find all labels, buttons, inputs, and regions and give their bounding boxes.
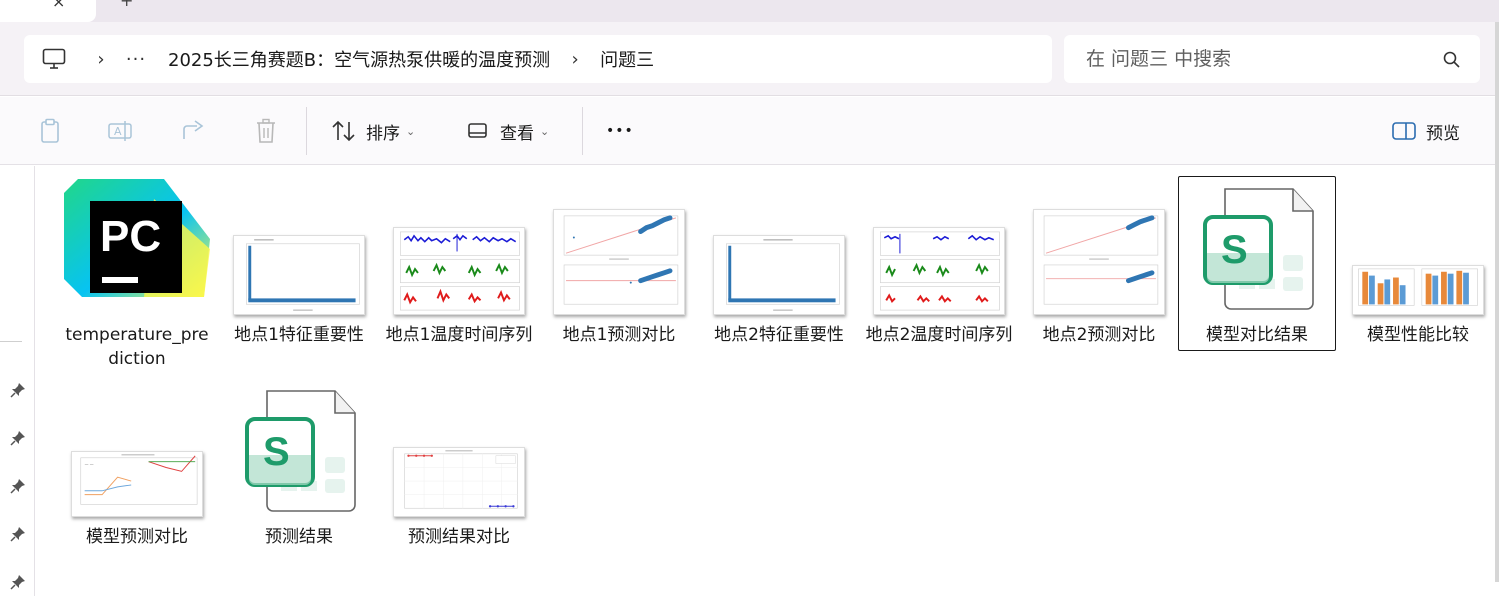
file-item-site2-feature-importance[interactable]: 地点2特征重要性 [700, 176, 858, 351]
file-name: temperature_prediction [65, 325, 209, 369]
file-item-model-compare-results[interactable]: S 模型对比结果 [1178, 176, 1336, 351]
file-name: 预测结果对比 [408, 527, 510, 547]
search-box[interactable] [1064, 35, 1480, 83]
tab-strip: × + [0, 0, 1499, 22]
view-icon [464, 117, 492, 145]
view-label: 查看 [500, 123, 534, 144]
image-thumbnail-icon: — — [71, 451, 203, 517]
pin-icon[interactable] [10, 430, 26, 446]
file-item-site1-feature-importance[interactable]: 地点1特征重要性 [220, 176, 378, 351]
share-icon [180, 117, 208, 145]
preview-pane-button[interactable]: 预览 [1390, 113, 1460, 149]
vertical-scrollbar[interactable] [1495, 22, 1499, 582]
delete-button[interactable] [252, 113, 280, 149]
image-thumbnail-icon [233, 235, 365, 315]
search-icon[interactable] [1442, 50, 1462, 70]
pin-icon[interactable] [10, 526, 26, 542]
file-list: PC temperature_prediction 地点1特征重要性 地点1温度… [36, 166, 1499, 596]
breadcrumb-item-parent[interactable]: 2025长三角赛题B：空气源热泵供暖的温度预测 [162, 46, 556, 72]
file-name: 预测结果 [265, 527, 333, 547]
spreadsheet-icon: S [1203, 188, 1314, 310]
file-name: 地点2特征重要性 [714, 325, 844, 345]
breadcrumb-chevron-icon[interactable]: › [82, 49, 120, 70]
command-bar: A 排序 ⌄ 查看 ⌄ ••• 预览 [0, 97, 1499, 165]
divider [0, 341, 22, 342]
toolbar-divider [582, 107, 583, 155]
preview-pane-icon [1390, 117, 1418, 145]
file-name: 模型性能比较 [1367, 325, 1469, 345]
breadcrumb[interactable]: › ··· 2025长三角赛题B：空气源热泵供暖的温度预测 › 问题三 [24, 35, 1052, 83]
view-button[interactable]: 查看 ⌄ [464, 113, 549, 149]
file-name: 地点2温度时间序列 [865, 325, 1013, 345]
share-button[interactable] [180, 113, 208, 149]
active-tab[interactable]: × [0, 0, 96, 22]
pin-icon[interactable] [10, 478, 26, 494]
svg-text:— —: — — [85, 462, 94, 467]
clipboard-icon [36, 117, 64, 145]
sort-button[interactable]: 排序 ⌄ [330, 113, 415, 149]
image-thumbnail-icon [1033, 209, 1165, 315]
file-name: 地点1预测对比 [562, 325, 676, 345]
image-thumbnail-icon [553, 209, 685, 315]
search-input[interactable] [1064, 35, 1424, 83]
sort-label: 排序 [366, 123, 400, 144]
file-item-temperature-prediction[interactable]: PC temperature_prediction [58, 176, 216, 369]
file-name: 地点1温度时间序列 [385, 325, 533, 345]
file-item-site2-prediction-compare[interactable]: 地点2预测对比 [1020, 176, 1178, 351]
file-name: 模型预测对比 [86, 527, 188, 547]
file-item-model-performance[interactable]: 模型性能比较 [1339, 176, 1497, 351]
image-thumbnail-icon [713, 235, 845, 315]
file-name: 地点1特征重要性 [234, 325, 364, 345]
svg-text:A: A [114, 125, 122, 138]
file-item-model-prediction-compare[interactable]: — — 模型预测对比 [58, 378, 216, 553]
rename-icon: A [107, 117, 135, 145]
close-tab-icon[interactable]: × [52, 0, 65, 11]
file-name: 模型对比结果 [1206, 325, 1308, 345]
sheet-letter: S [263, 430, 290, 474]
pin-icon[interactable] [10, 574, 26, 590]
breadcrumb-chevron-icon[interactable]: › [556, 49, 594, 70]
image-thumbnail-icon [393, 447, 525, 517]
rename-button[interactable]: A [107, 113, 135, 149]
trash-icon [252, 117, 280, 145]
file-item-site1-temperature-series[interactable]: 地点1温度时间序列 [380, 176, 538, 351]
pycharm-icon: PC [64, 179, 210, 297]
file-item-prediction-results[interactable]: S 预测结果 [220, 378, 378, 553]
image-thumbnail-icon [393, 227, 525, 315]
pycharm-logo-text: PC [100, 212, 161, 261]
preview-label: 预览 [1426, 123, 1460, 144]
new-tab-icon[interactable]: + [120, 0, 133, 10]
pin-icon[interactable] [10, 382, 26, 398]
paste-button[interactable] [36, 113, 64, 149]
chevron-down-icon: ⌄ [406, 124, 416, 138]
sheet-letter: S [1221, 228, 1248, 272]
file-item-prediction-results-compare[interactable]: 预测结果对比 [380, 378, 538, 553]
image-thumbnail-icon [1352, 265, 1484, 315]
spreadsheet-icon: S [245, 390, 356, 512]
chevron-down-icon: ⌄ [540, 124, 550, 138]
file-item-site1-prediction-compare[interactable]: 地点1预测对比 [540, 176, 698, 351]
toolbar-divider [306, 107, 307, 155]
image-thumbnail-icon [873, 227, 1005, 315]
breadcrumb-item-current[interactable]: 问题三 [594, 46, 660, 72]
sort-icon [330, 117, 358, 145]
file-name: 地点2预测对比 [1042, 325, 1156, 345]
file-item-site2-temperature-series[interactable]: 地点2温度时间序列 [860, 176, 1018, 351]
navigation-pane [0, 166, 35, 596]
breadcrumb-more-icon[interactable]: ··· [120, 49, 152, 70]
this-pc-icon[interactable] [42, 48, 82, 70]
more-options-button[interactable]: ••• [606, 113, 634, 149]
address-bar-row: › ··· 2025长三角赛题B：空气源热泵供暖的温度预测 › 问题三 [0, 22, 1499, 96]
